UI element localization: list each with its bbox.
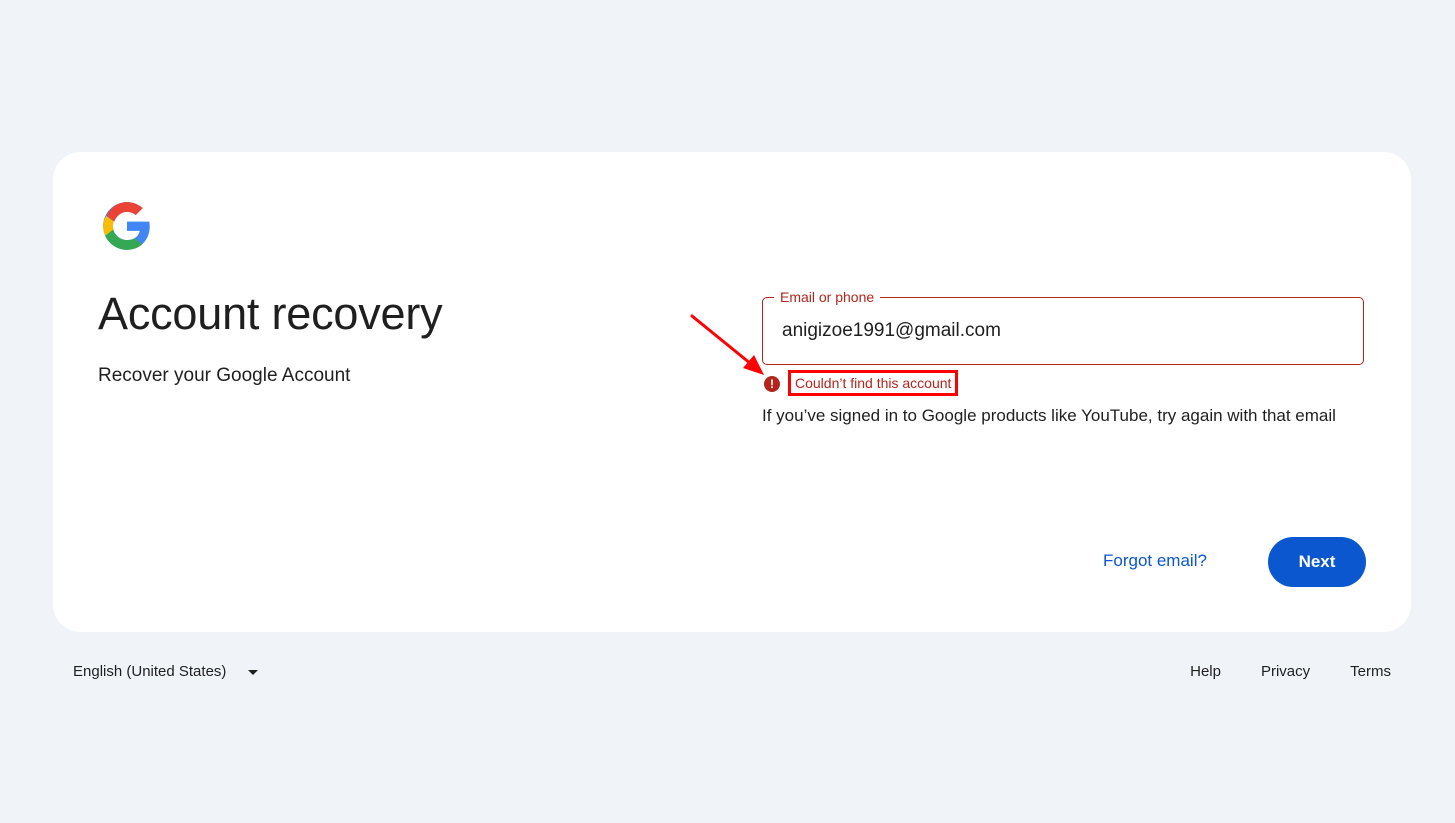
footer-link-help[interactable]: Help (1190, 661, 1221, 683)
page-title: Account recovery (98, 288, 443, 339)
google-logo-icon (103, 202, 150, 250)
language-selector[interactable]: English (United States) (73, 661, 259, 683)
hint-text: If you’ve signed in to Google products l… (762, 406, 1336, 425)
page-subtitle: Recover your Google Account (98, 365, 351, 386)
next-button[interactable]: Next (1268, 537, 1366, 587)
forgot-email-link[interactable]: Forgot email? (1099, 550, 1211, 572)
error-icon: ! (764, 375, 780, 392)
error-message-row: ! Couldn’t find this account (764, 369, 959, 397)
email-field[interactable]: Email or phone (762, 288, 1364, 365)
email-input[interactable] (782, 318, 1342, 344)
email-field-label: Email or phone (774, 288, 881, 306)
chevron-down-icon (248, 669, 259, 675)
footer-link-privacy[interactable]: Privacy (1261, 661, 1310, 683)
language-label: English (United States) (73, 663, 227, 680)
footer-link-terms[interactable]: Terms (1350, 661, 1391, 683)
error-message: Couldn’t find this account (788, 370, 959, 396)
recovery-card: Account recovery Recover your Google Acc… (53, 152, 1411, 632)
footer-links: Help Privacy Terms (1150, 661, 1391, 683)
